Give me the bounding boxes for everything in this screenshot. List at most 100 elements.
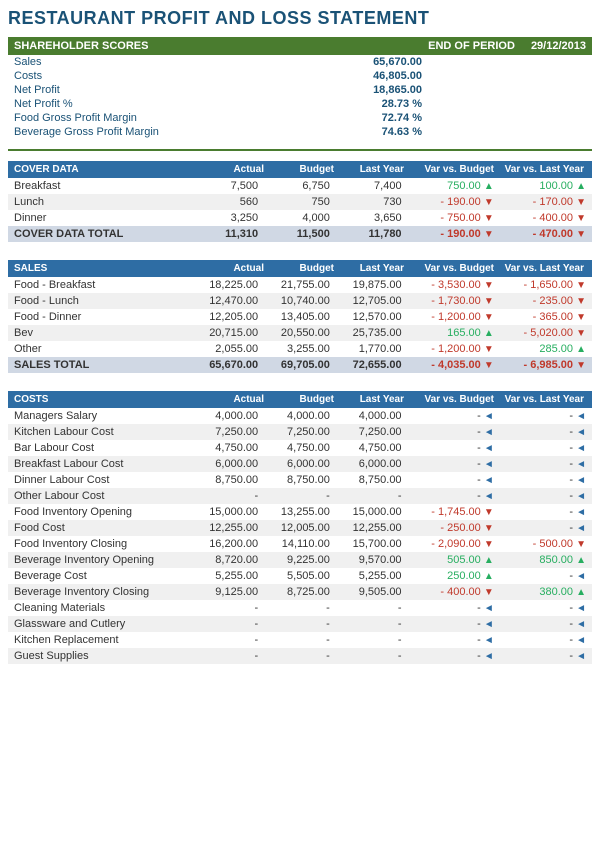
shareholder-header: SHAREHOLDER SCORES END OF PERIOD 29/12/2… <box>8 37 592 55</box>
page-container: RESTAURANT PROFIT AND LOSS STATEMENT SHA… <box>0 0 600 672</box>
arrow-down-icon: ▼ <box>576 197 586 208</box>
var-cell: 750.00 ▲ <box>408 178 500 194</box>
row-lastyear: 6,000.00 <box>336 456 408 472</box>
var-cell: - 190.00 ▼ <box>408 194 500 210</box>
arrow-down-icon: ▼ <box>484 213 494 224</box>
var-ly-cell: - 1,650.00 ▼ <box>500 277 592 293</box>
var-cell: 250.00 ▲ <box>408 568 500 584</box>
row-lastyear: 7,400 <box>336 178 408 194</box>
arrow-neutral-icon: ◄ <box>484 619 494 630</box>
row-name: Managers Salary <box>8 408 192 424</box>
var-cell: - 2,090.00 ▼ <box>408 536 500 552</box>
row-name: Food Inventory Closing <box>8 536 192 552</box>
row-name: Food - Breakfast <box>8 277 192 293</box>
row-lastyear: 4,000.00 <box>336 408 408 424</box>
arrow-down-icon: ▼ <box>576 280 586 291</box>
arrow-up-icon: ▲ <box>576 344 586 355</box>
row-name: Food Inventory Opening <box>8 504 192 520</box>
arrow-down-icon: ▼ <box>484 344 494 355</box>
row-lastyear: 9,505.00 <box>336 584 408 600</box>
arrow-neutral-icon: ◄ <box>576 603 586 614</box>
shareholder-table: Sales 65,670.00 Costs 46,805.00 Net Prof… <box>8 55 592 139</box>
row-lastyear: 4,750.00 <box>336 440 408 456</box>
sales-total-lastyear: 72,655.00 <box>336 357 408 373</box>
row-actual: 15,000.00 <box>192 504 264 520</box>
arrow-down-icon: ▼ <box>576 312 586 323</box>
table-row: Beverage Cost 5,255.00 5,505.00 5,255.00… <box>8 568 592 584</box>
row-budget: 21,755.00 <box>264 277 336 293</box>
row-actual: 8,720.00 <box>192 552 264 568</box>
var-cell: - ◄ <box>408 472 500 488</box>
shareholder-row: Food Gross Profit Margin 72.74 % <box>8 111 592 125</box>
shareholder-label: SHAREHOLDER SCORES <box>14 40 148 52</box>
var-cell: 505.00 ▲ <box>408 552 500 568</box>
shareholder-row-label: Net Profit % <box>8 97 228 111</box>
table-row: Dinner 3,250 4,000 3,650 - 750.00 ▼ - 40… <box>8 210 592 226</box>
var-cell: - ◄ <box>408 648 500 664</box>
table-row: Other 2,055.00 3,255.00 1,770.00 - 1,200… <box>8 341 592 357</box>
arrow-down-icon: ▼ <box>484 197 494 208</box>
row-budget: - <box>264 616 336 632</box>
divider-1 <box>8 149 592 151</box>
cover-col-lastyear: Last Year <box>334 164 404 175</box>
row-actual: 20,715.00 <box>192 325 264 341</box>
var-cell: - ◄ <box>500 504 592 520</box>
arrow-down-icon: ▼ <box>484 507 494 518</box>
row-name: Food Cost <box>8 520 192 536</box>
arrow-neutral-icon: ◄ <box>484 411 494 422</box>
arrow-neutral-icon: ◄ <box>484 651 494 662</box>
var-cell: - 1,200.00 ▼ <box>408 341 500 357</box>
table-row: Food - Lunch 12,470.00 10,740.00 12,705.… <box>8 293 592 309</box>
table-row: Kitchen Replacement - - - - ◄ - ◄ <box>8 632 592 648</box>
arrow-down-icon: ▼ <box>576 360 586 371</box>
costs-col-varbud: Var vs. Budget <box>404 394 494 405</box>
row-name: Other <box>8 341 192 357</box>
arrow-neutral-icon: ◄ <box>484 491 494 502</box>
costs-col-lastyear: Last Year <box>334 394 404 405</box>
row-name: Other Labour Cost <box>8 488 192 504</box>
row-lastyear: 25,735.00 <box>336 325 408 341</box>
cover-header-title: COVER DATA <box>14 164 194 175</box>
arrow-neutral-icon: ◄ <box>576 491 586 502</box>
row-actual: - <box>192 616 264 632</box>
row-actual: 560 <box>192 194 264 210</box>
row-budget: 6,000.00 <box>264 456 336 472</box>
row-lastyear: 730 <box>336 194 408 210</box>
arrow-up-icon: ▲ <box>484 571 494 582</box>
row-budget: 13,405.00 <box>264 309 336 325</box>
shareholder-row: Beverage Gross Profit Margin 74.63 % <box>8 125 592 139</box>
row-actual: 16,200.00 <box>192 536 264 552</box>
row-lastyear: 5,255.00 <box>336 568 408 584</box>
arrow-down-icon: ▼ <box>484 539 494 550</box>
row-name: Bev <box>8 325 192 341</box>
row-budget: 12,005.00 <box>264 520 336 536</box>
row-name: Breakfast <box>8 178 192 194</box>
row-budget: 6,750 <box>264 178 336 194</box>
table-row: Beverage Inventory Closing 9,125.00 8,72… <box>8 584 592 600</box>
row-budget: 7,250.00 <box>264 424 336 440</box>
shareholder-row-value: 18,865.00 <box>228 83 428 97</box>
var-cell: - ◄ <box>408 440 500 456</box>
arrow-up-icon: ▲ <box>576 181 586 192</box>
row-name: Beverage Cost <box>8 568 192 584</box>
arrow-down-icon: ▼ <box>576 539 586 550</box>
var-cell: - ◄ <box>500 472 592 488</box>
var-cell: - ◄ <box>408 424 500 440</box>
row-budget: - <box>264 600 336 616</box>
table-row: Kitchen Labour Cost 7,250.00 7,250.00 7,… <box>8 424 592 440</box>
var-cell: - ◄ <box>500 408 592 424</box>
table-row: Beverage Inventory Opening 8,720.00 9,22… <box>8 552 592 568</box>
sales-total-varbud-cell: - 4,035.00 ▼ <box>408 357 500 373</box>
cover-total-budget: 11,500 <box>264 226 336 242</box>
table-row: Breakfast 7,500 6,750 7,400 750.00 ▲ 100… <box>8 178 592 194</box>
sales-header-title: SALES <box>14 263 194 274</box>
arrow-down-icon: ▼ <box>484 587 494 598</box>
arrow-neutral-icon: ◄ <box>484 427 494 438</box>
row-budget: 10,740.00 <box>264 293 336 309</box>
row-budget: - <box>264 632 336 648</box>
table-row: Bev 20,715.00 20,550.00 25,735.00 165.00… <box>8 325 592 341</box>
row-actual: 6,000.00 <box>192 456 264 472</box>
var-cell: - ◄ <box>500 520 592 536</box>
row-actual: - <box>192 648 264 664</box>
cover-col-varly: Var vs. Last Year <box>494 164 584 175</box>
